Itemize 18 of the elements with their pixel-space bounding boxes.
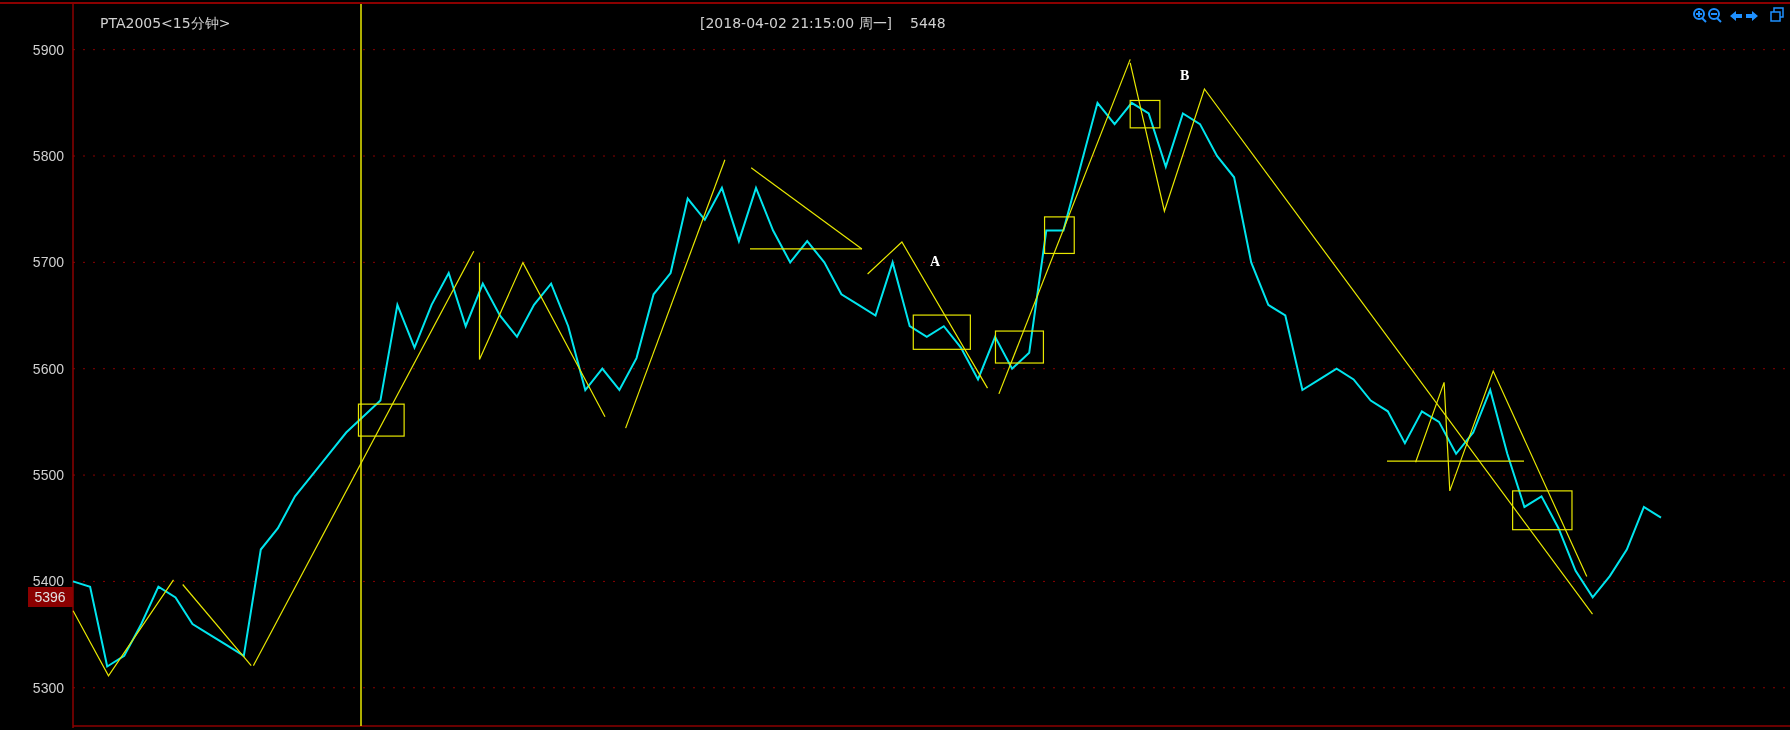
y-axis-label: 5900 — [32, 41, 64, 58]
annotation-label: B — [1180, 68, 1190, 83]
restore-window-icon[interactable] — [1770, 7, 1784, 22]
zoom-out-icon[interactable] — [1708, 8, 1722, 23]
price-tag: 5396 — [28, 587, 73, 607]
annotation-label: A — [930, 254, 941, 269]
bar-datetime: [2018-04-02 21:15:00 周一] — [700, 15, 893, 31]
y-axis-label: 5700 — [32, 254, 64, 271]
y-axis-label: 5600 — [32, 360, 64, 377]
right-arrow-icon[interactable] — [1746, 11, 1758, 21]
y-axis-label: 5400 — [32, 573, 64, 590]
y-axis-label: 5300 — [32, 679, 64, 696]
symbol-title: PTA2005<15分钟> — [100, 15, 231, 31]
left-arrow-icon[interactable] — [1730, 11, 1742, 21]
y-axis-label: 5800 — [32, 148, 64, 164]
y-axis-label: 5500 — [32, 467, 64, 484]
zoom-in-icon[interactable] — [1693, 8, 1707, 23]
bar-price: 5448 — [910, 15, 946, 31]
